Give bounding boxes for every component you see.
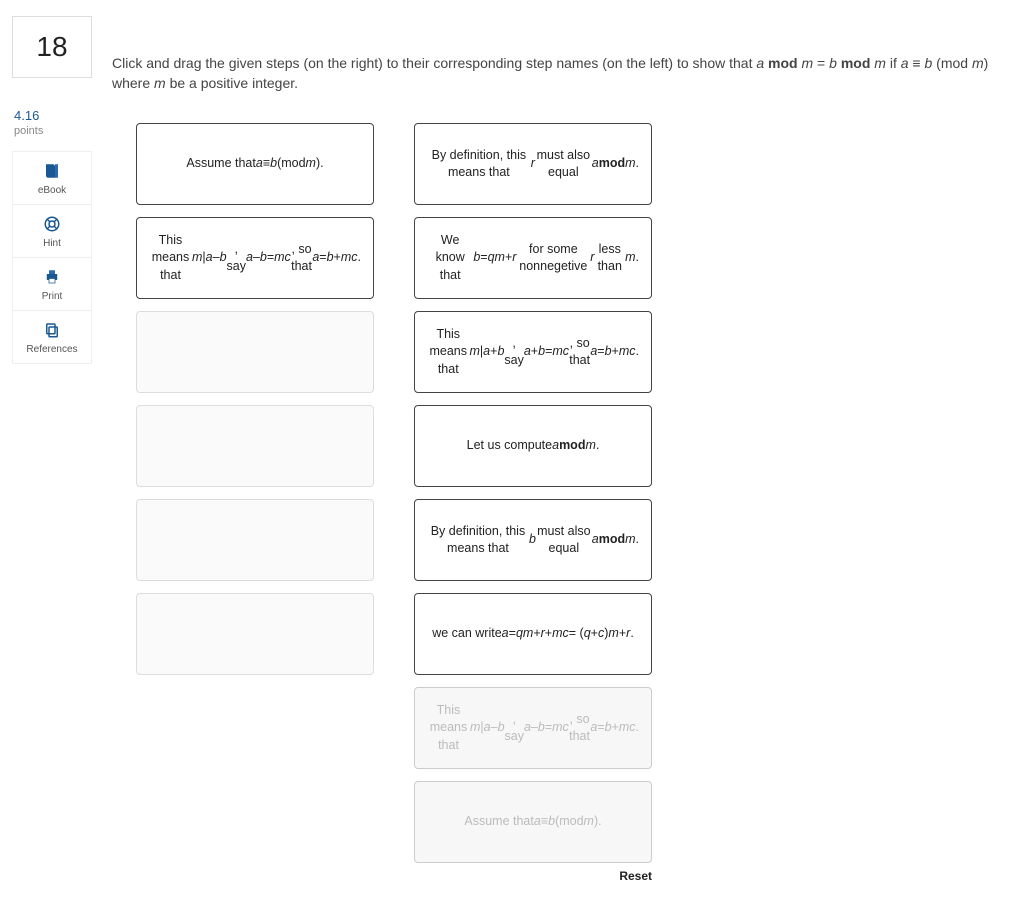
- reset-button[interactable]: Reset: [619, 869, 652, 883]
- drop-slot-6[interactable]: [136, 593, 374, 675]
- draggable-steps-column: By definition, this means that r must al…: [414, 123, 652, 883]
- copy-icon: [43, 321, 61, 339]
- drop-target-column: Assume that a ≡ b (mod m). This means tha…: [136, 123, 374, 883]
- ebook-button[interactable]: eBook: [12, 152, 92, 205]
- references-button[interactable]: References: [12, 311, 92, 364]
- drop-slot-2[interactable]: This means that m | a – b, say a – b = m…: [136, 217, 374, 299]
- printer-icon: [43, 268, 61, 286]
- draggable-step-5[interactable]: By definition, this means that b must al…: [414, 499, 652, 581]
- life-ring-icon: [43, 215, 61, 233]
- draggable-step-6[interactable]: we can write a = qm + r + mc = (q + c)m …: [414, 593, 652, 675]
- drop-slot-5[interactable]: [136, 499, 374, 581]
- drop-slot-3[interactable]: [136, 311, 374, 393]
- hint-label: Hint: [43, 238, 61, 249]
- draggable-step-3[interactable]: This means that m | a + b, say a + b = m…: [414, 311, 652, 393]
- drop-slot-1[interactable]: Assume that a ≡ b (mod m).: [136, 123, 374, 205]
- draggable-step-8: Assume that a ≡ b (mod m).: [414, 781, 652, 863]
- draggable-step-7: This means that m | a – b, say a – b = m…: [414, 687, 652, 769]
- book-icon: [43, 162, 61, 180]
- points-value: 4.16: [12, 108, 92, 125]
- ebook-label: eBook: [38, 185, 66, 196]
- points-label: points: [12, 125, 92, 151]
- draggable-step-4[interactable]: Let us compute a mod m.: [414, 405, 652, 487]
- print-button[interactable]: Print: [12, 258, 92, 311]
- draggable-step-2[interactable]: We know that b = qm + r for some nonnege…: [414, 217, 652, 299]
- print-label: Print: [42, 291, 63, 302]
- draggable-step-1[interactable]: By definition, this means that r must al…: [414, 123, 652, 205]
- question-number-box: 18: [12, 16, 92, 78]
- hint-button[interactable]: Hint: [12, 205, 92, 258]
- drop-slot-4[interactable]: [136, 405, 374, 487]
- references-label: References: [26, 344, 77, 355]
- question-instructions: Click and drag the given steps (on the r…: [112, 16, 1012, 123]
